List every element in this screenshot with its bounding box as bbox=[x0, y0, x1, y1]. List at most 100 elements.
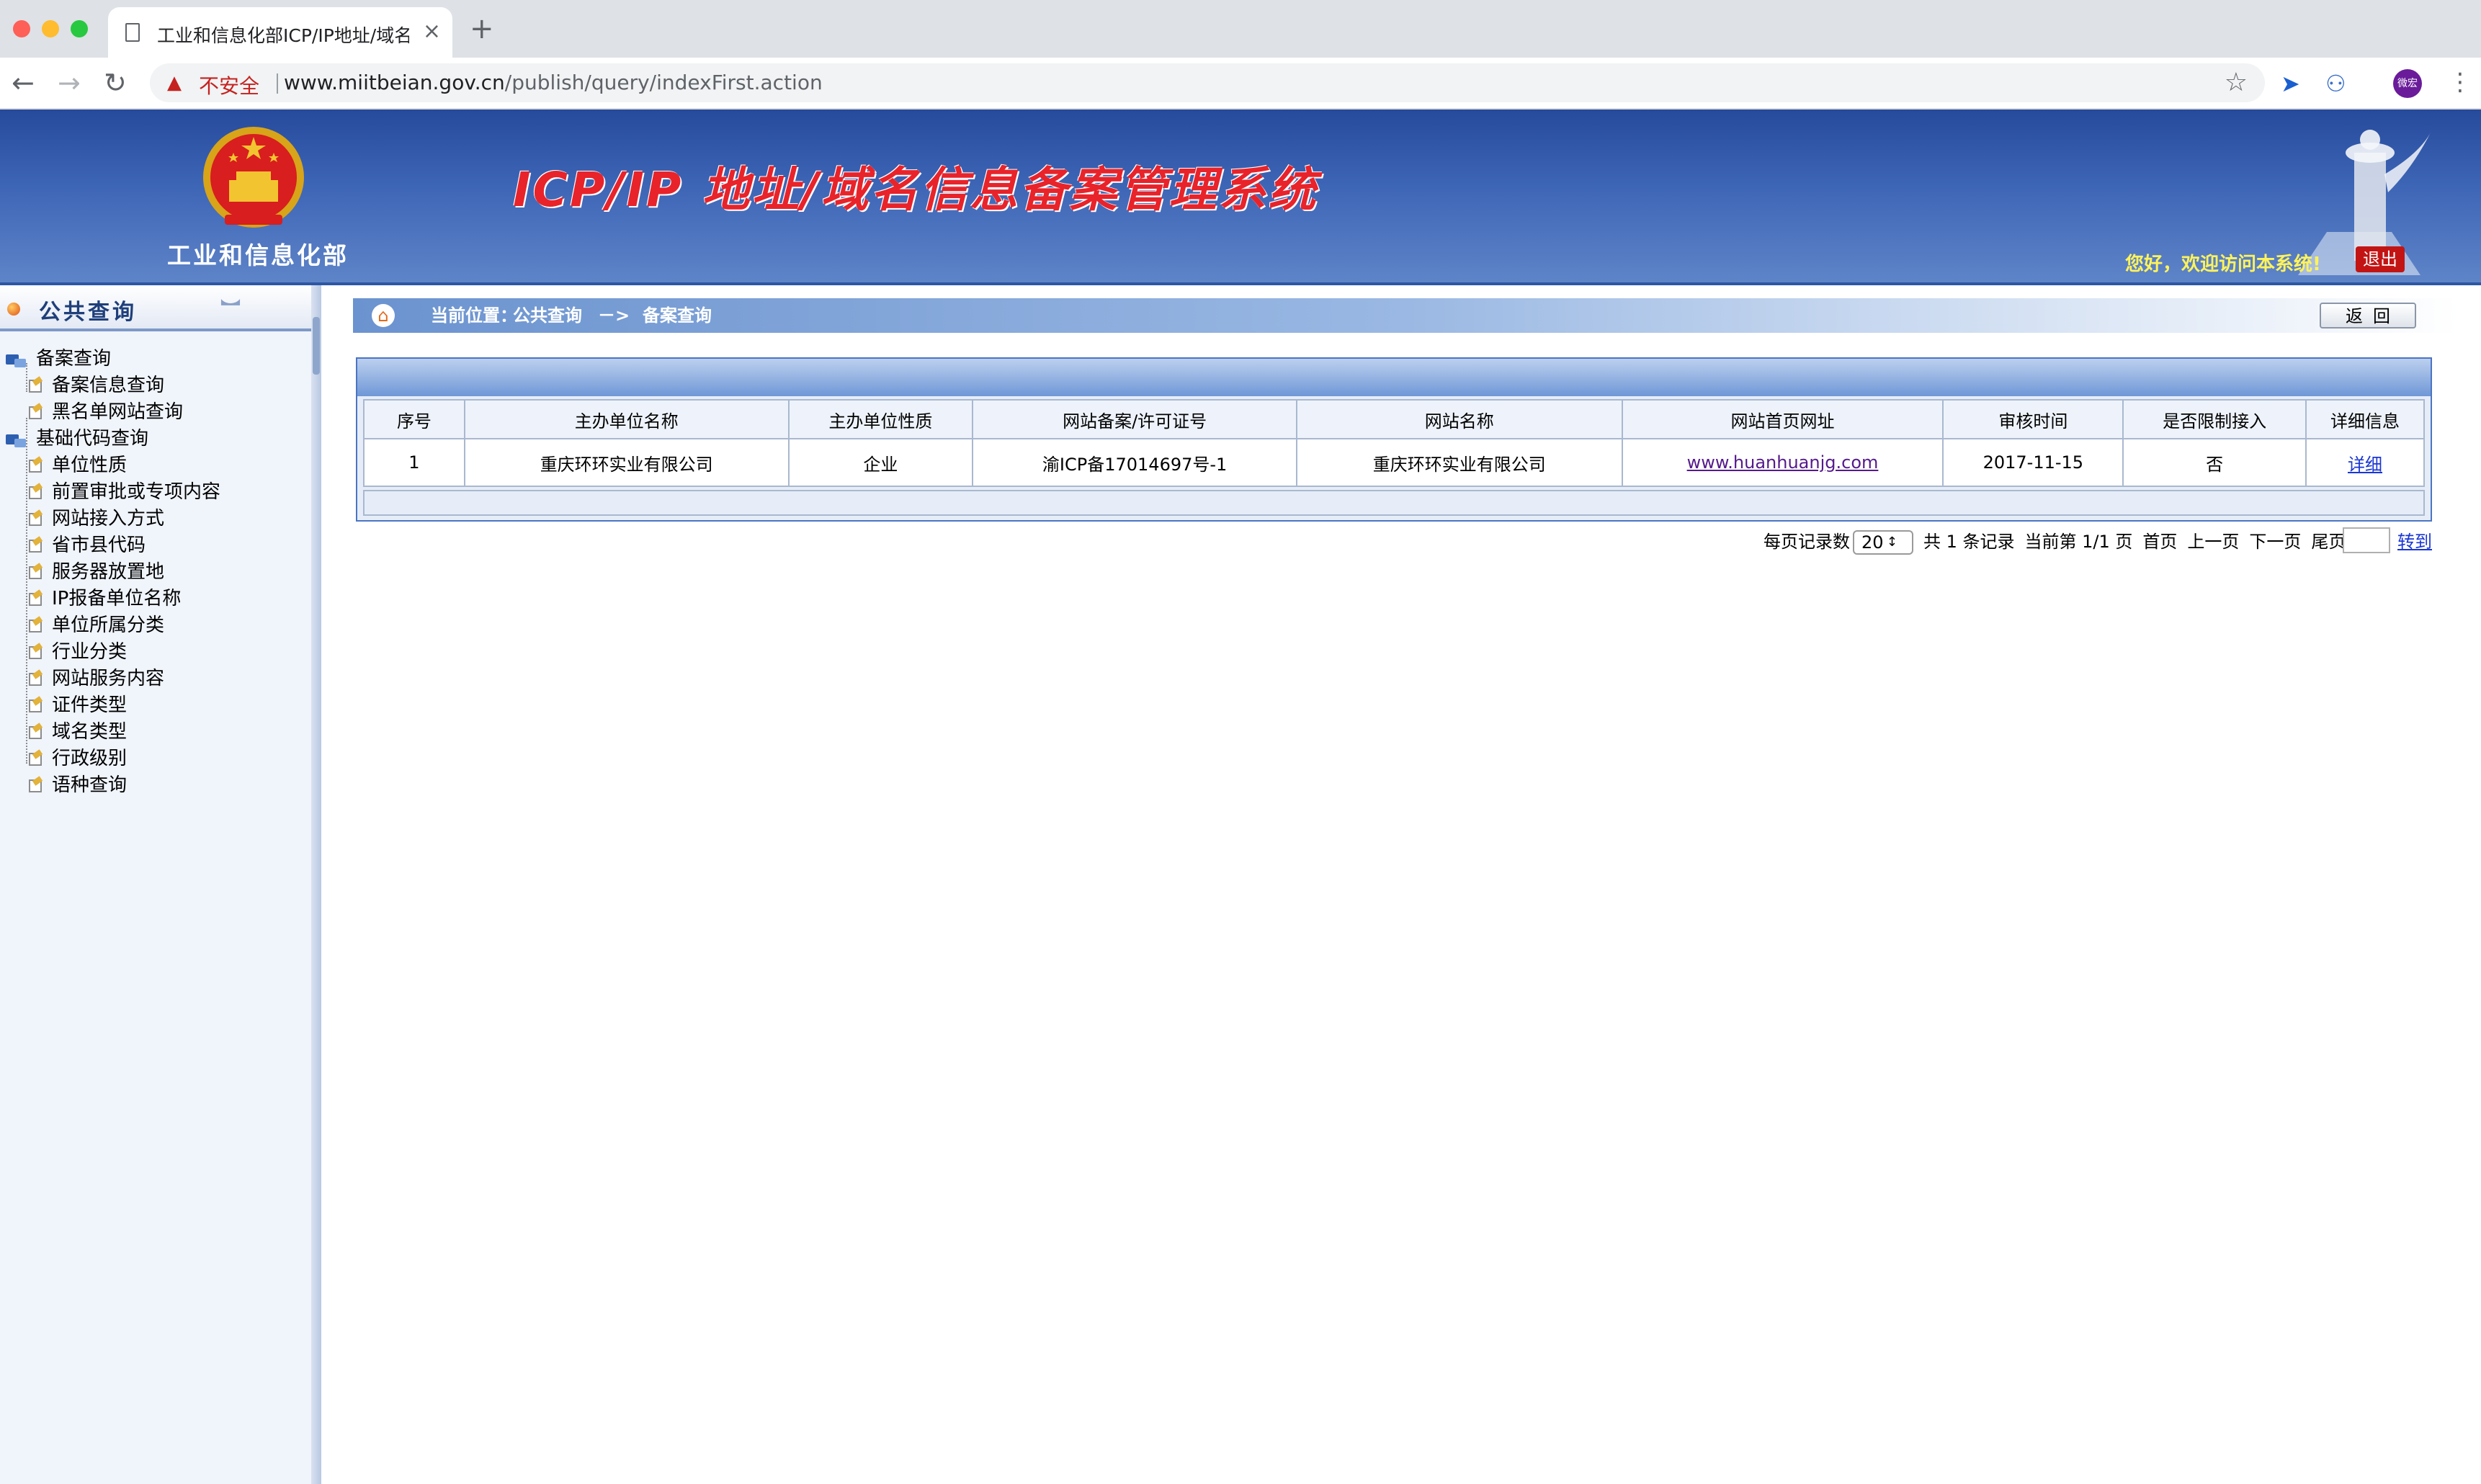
folder-group-icon bbox=[6, 352, 27, 367]
last-page-button[interactable]: 尾页 bbox=[2311, 532, 2346, 552]
sidebar-item-label: 单位所属分类 bbox=[52, 614, 165, 636]
document-edit-icon bbox=[26, 697, 45, 715]
results-panel: 序号 主办单位名称 主办单位性质 网站备案/许可证号 网站名称 网站首页网址 审… bbox=[356, 357, 2432, 522]
profile-avatar[interactable]: 微宏 bbox=[2393, 69, 2422, 98]
logout-button[interactable]: 退出 bbox=[2356, 246, 2405, 272]
extension-profile-icon[interactable]: ⚇ bbox=[2325, 69, 2346, 98]
document-edit-icon bbox=[26, 510, 45, 529]
per-page-label: 每页记录数 bbox=[1763, 532, 1850, 552]
document-edit-icon bbox=[26, 483, 45, 502]
next-page-button[interactable]: 下一页 bbox=[2249, 532, 2301, 552]
document-edit-icon bbox=[26, 750, 45, 769]
cell-index: 1 bbox=[363, 438, 465, 487]
detail-link[interactable]: 详细 bbox=[2348, 455, 2382, 475]
maximize-window-button[interactable] bbox=[71, 20, 88, 37]
column-header-site-url: 网站首页网址 bbox=[1621, 399, 1944, 439]
browser-menu-icon[interactable]: ⋮ bbox=[2448, 68, 2472, 97]
per-page-select[interactable]: 20 ↕ bbox=[1853, 530, 1913, 555]
sidebar-item-service-content[interactable]: 网站服务内容 bbox=[26, 666, 164, 692]
sidebar-item-label: 行政级别 bbox=[52, 748, 128, 769]
cell-detail: 详细 bbox=[2305, 438, 2425, 487]
sidebar-item-id-type[interactable]: 证件类型 bbox=[26, 692, 127, 718]
cell-restricted: 否 bbox=[2122, 438, 2307, 487]
extension-bird-icon[interactable]: ➤ bbox=[2281, 69, 2300, 98]
first-page-button[interactable]: 首页 bbox=[2142, 532, 2177, 552]
sidebar-item-label: 单位性质 bbox=[52, 455, 128, 476]
goto-page-button[interactable]: 转到 bbox=[2397, 527, 2432, 556]
cell-site-name: 重庆环环实业有限公司 bbox=[1295, 438, 1623, 487]
sidebar-group-filing-query[interactable]: 备案查询 bbox=[6, 346, 111, 372]
table-row: 1 重庆环环实业有限公司 企业 渝ICP备17014697号-1 重庆环环实业有… bbox=[363, 438, 2425, 487]
browser-tab[interactable]: 工业和信息化部ICP/IP地址/域名 × bbox=[108, 7, 452, 58]
sidebar-item-server-location[interactable]: 服务器放置地 bbox=[26, 559, 164, 585]
forward-arrow-icon[interactable]: → bbox=[58, 66, 81, 99]
back-button[interactable]: 返回 bbox=[2320, 303, 2416, 328]
pagination: 每页记录数 20 ↕ 共 1 条记录 当前第 1/1 页首页 上一页 下一页 尾页 bbox=[1763, 527, 2356, 556]
table-header-row: 序号 主办单位名称 主办单位性质 网站备案/许可证号 网站名称 网站首页网址 审… bbox=[363, 399, 2425, 439]
close-window-button[interactable] bbox=[13, 20, 30, 37]
url-text[interactable]: www.miitbeian.gov.cn/publish/query/index… bbox=[284, 71, 823, 94]
sidebar-item-blacklist-query[interactable]: 黑名单网站查询 bbox=[26, 399, 183, 425]
sidebar-item-industry[interactable]: 行业分类 bbox=[26, 639, 127, 665]
results-table: 序号 主办单位名称 主办单位性质 网站备案/许可证号 网站名称 网站首页网址 审… bbox=[363, 399, 2425, 487]
column-header-restricted: 是否限制接入 bbox=[2122, 399, 2307, 439]
url-path: /publish/query/indexFirst.action bbox=[504, 71, 823, 94]
sidebar-item-org-category[interactable]: 单位所属分类 bbox=[26, 612, 164, 638]
site-url-link[interactable]: www.huanhuanjg.com bbox=[1687, 452, 1879, 473]
sidebar-item-language[interactable]: 语种查询 bbox=[26, 772, 127, 798]
sidebar-item-label: 省市县代码 bbox=[52, 535, 146, 556]
sidebar-item-ip-reporter[interactable]: IP报备单位名称 bbox=[26, 586, 181, 612]
sidebar-splitter[interactable] bbox=[311, 285, 321, 1484]
cell-audit-date: 2017-11-15 bbox=[1942, 438, 2124, 487]
column-header-index: 序号 bbox=[363, 399, 465, 439]
system-title: ICP/IP 地址/域名信息备案管理系统 bbox=[513, 162, 1318, 218]
warning-icon: ▲ bbox=[167, 72, 182, 94]
sidebar-item-filing-info-query[interactable]: 备案信息查询 bbox=[26, 372, 164, 398]
tab-title: 工业和信息化部ICP/IP地址/域名 bbox=[157, 25, 409, 46]
document-edit-icon bbox=[26, 403, 45, 422]
sidebar-item-access-method[interactable]: 网站接入方式 bbox=[26, 506, 164, 532]
breadcrumb-prefix: 当前位置： bbox=[431, 305, 517, 326]
ministry-name: 工业和信息化部 bbox=[167, 241, 349, 269]
back-arrow-icon[interactable]: ← bbox=[12, 66, 35, 99]
goto-page-input[interactable] bbox=[2343, 527, 2390, 553]
document-edit-icon bbox=[26, 643, 45, 662]
new-tab-button[interactable]: + bbox=[470, 14, 494, 43]
browser-tab-bar: 工业和信息化部ICP/IP地址/域名 × + bbox=[0, 0, 2481, 58]
splitter-handle[interactable] bbox=[313, 317, 320, 375]
prev-page-button[interactable]: 上一页 bbox=[2187, 532, 2239, 552]
breadcrumb-level2: 备案查询 bbox=[643, 305, 712, 326]
breadcrumb: ⌂ 当前位置： 公共查询 －> 备案查询 bbox=[353, 298, 2458, 333]
sidebar-item-admin-level[interactable]: 行政级别 bbox=[26, 746, 127, 772]
column-header-site-name: 网站名称 bbox=[1295, 399, 1623, 439]
results-panel-footer bbox=[363, 490, 2425, 516]
security-label[interactable]: 不安全 bbox=[199, 71, 259, 99]
chevron-down-icon[interactable]: ︼ bbox=[220, 294, 241, 323]
bookmark-star-icon[interactable]: ☆ bbox=[2225, 68, 2248, 97]
sidebar-item-pre-approval[interactable]: 前置审批或专项内容 bbox=[26, 479, 220, 505]
welcome-message: 您好，欢迎访问本系统! bbox=[2125, 254, 2321, 275]
sidebar-item-label: 语种查询 bbox=[52, 774, 128, 796]
sidebar-item-domain-type[interactable]: 域名类型 bbox=[26, 719, 127, 745]
orange-dot-icon bbox=[7, 303, 20, 316]
sidebar-item-label: 服务器放置地 bbox=[52, 561, 165, 583]
document-edit-icon bbox=[26, 723, 45, 742]
tab-close-icon[interactable]: × bbox=[423, 19, 441, 45]
document-edit-icon bbox=[26, 377, 45, 395]
site-header: 工业和信息化部 ICP/IP 地址/域名信息备案管理系统 您好，欢迎访问本系统!… bbox=[0, 109, 2481, 285]
cell-license: 渝ICP备17014697号-1 bbox=[972, 438, 1297, 487]
reload-icon[interactable]: ↻ bbox=[104, 66, 127, 99]
folder-group-icon bbox=[6, 432, 27, 447]
sidebar-group-basic-code-query[interactable]: 基础代码查询 bbox=[6, 426, 148, 452]
sidebar-header[interactable]: 公共查询 ︼ bbox=[0, 285, 311, 331]
home-icon: ⌂ bbox=[372, 304, 395, 327]
total-records: 共 1 条记录 bbox=[1923, 532, 2015, 552]
sidebar-item-region-code[interactable]: 省市县代码 bbox=[26, 532, 146, 558]
sidebar-title: 公共查询 bbox=[39, 300, 137, 325]
sidebar: 公共查询 ︼ 备案查询 备案信息查询 黑名单网站查询 基础代码查询 单位性质 前… bbox=[0, 285, 311, 1484]
minimize-window-button[interactable] bbox=[42, 20, 59, 37]
sidebar-item-org-nature[interactable]: 单位性质 bbox=[26, 452, 127, 478]
cell-site-url: www.huanhuanjg.com bbox=[1621, 438, 1944, 487]
column-header-org-type: 主办单位性质 bbox=[787, 399, 974, 439]
address-bar[interactable]: ▲ 不安全 www.miitbeian.gov.cn/publish/query… bbox=[150, 63, 2265, 102]
